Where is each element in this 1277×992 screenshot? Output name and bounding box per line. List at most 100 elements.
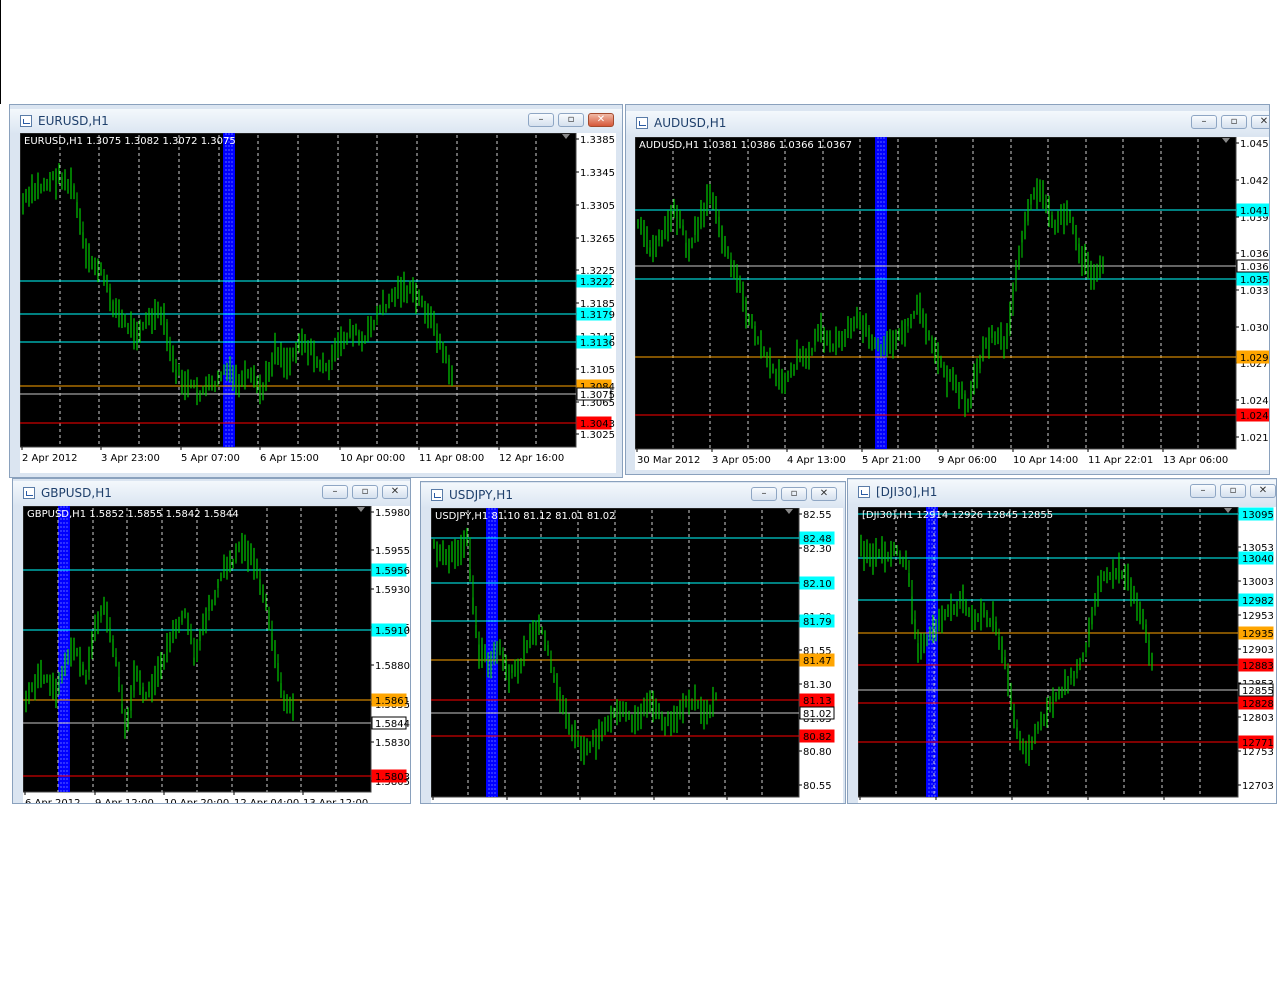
chart-icon: [858, 486, 870, 498]
date-tick-label: 30 Mar 2012: [637, 455, 700, 466]
price-badge-label: 12935: [1242, 629, 1274, 640]
chart-window-usdjpy[interactable]: USDJPY,H1 – ▫ ✕ USDJPY,H1 81.10 81.12 81…: [420, 481, 846, 804]
price-badge-label: 12982: [1242, 596, 1274, 607]
date-tick-label: 11 Apr 22:01: [1088, 455, 1153, 466]
price-badge-label: 12771: [1242, 738, 1274, 749]
close-button[interactable]: ✕: [1250, 484, 1276, 498]
price-tick-label: 1.030: [1240, 323, 1269, 334]
price-tick-label: 82.30: [803, 544, 832, 555]
price-badge-label: 1.035: [1240, 275, 1269, 286]
price-tick-label: 80.80: [803, 747, 832, 758]
price-badge-label: 13095: [1242, 510, 1274, 521]
price-badge-label: 80.82: [803, 732, 832, 743]
date-tick-label: 12 Apr 16:00: [499, 453, 564, 464]
date-tick-label: 6 Apr 15:00: [260, 453, 319, 464]
maximize-button[interactable]: ▫: [352, 485, 378, 499]
price-tick-label: 81.30: [803, 680, 832, 691]
price-badge-label: 82.48: [803, 534, 832, 545]
price-tick-label: 1.3385: [580, 135, 615, 146]
chart-canvas: EURUSD,H1 1.3075 1.3082 1.3072 1.3075 1.3…: [20, 133, 616, 473]
price-tick-label: 1.3105: [580, 365, 615, 376]
close-button[interactable]: ✕: [811, 487, 837, 501]
price-tick-label: 1.5980: [375, 508, 410, 519]
price-badge-label: 12828: [1242, 699, 1274, 710]
price-badge-label: 1.5956: [375, 566, 410, 577]
close-button[interactable]: ✕: [588, 113, 614, 127]
price-tick-label: 1.5955: [375, 546, 410, 557]
maximize-button[interactable]: ▫: [1220, 484, 1246, 498]
close-button[interactable]: ✕: [382, 485, 408, 499]
title-bar[interactable]: AUDUSD,H1 – ▫ ✕: [626, 111, 1269, 135]
price-tick-label: 12803: [1242, 713, 1274, 724]
price-tick-label: 80.55: [803, 781, 832, 792]
minimize-button[interactable]: –: [751, 487, 777, 501]
price-badge-label: 1.3075: [580, 390, 615, 401]
price-tick-label: 1.5830: [375, 738, 410, 749]
price-badge-label: 1.041: [1240, 206, 1269, 217]
price-badge-label: 1.5861: [375, 696, 410, 707]
price-tick-label: 1.021: [1240, 433, 1269, 444]
price-tick-label: 12953: [1242, 611, 1274, 622]
price-badge-label: 81.47: [803, 656, 832, 667]
chart-info-label: EURUSD,H1 1.3075 1.3082 1.3072 1.3075: [24, 136, 236, 147]
price-badge-label: 1.036: [1240, 262, 1269, 273]
price-tick-label: 12703: [1242, 781, 1274, 792]
minimize-button[interactable]: –: [1191, 115, 1217, 129]
chart-gbpusd[interactable]: GBPUSD,H1 1.5852 1.5855 1.5842 1.5844 1.5…: [23, 506, 410, 803]
price-tick-label: 1.033: [1240, 286, 1269, 297]
price-tick-label: 1.3345: [580, 168, 615, 179]
page-background: [0, 804, 1277, 992]
price-tick-label: 1.3265: [580, 234, 615, 245]
maximize-button[interactable]: ▫: [558, 113, 584, 127]
title-bar[interactable]: [DJI30],H1 – ▫ ✕: [848, 480, 1276, 504]
title-bar[interactable]: EURUSD,H1 – ▫ ✕: [10, 109, 622, 133]
price-badge-label: 1.5910: [375, 626, 410, 637]
title-bar[interactable]: USDJPY,H1 – ▫ ✕: [421, 483, 845, 507]
maximize-button[interactable]: ▫: [781, 487, 807, 501]
chart-window-dji30[interactable]: [DJI30],H1 – ▫ ✕ [DJI30],H1 12914 12926 …: [847, 478, 1277, 804]
price-badge-label: 1.029: [1240, 353, 1269, 364]
chart-usdjpy[interactable]: USDJPY,H1 81.10 81.12 81.01 81.02 82.55 82…: [431, 508, 843, 803]
chart-window-audusd[interactable]: AUDUSD,H1 – ▫ ✕ AUDUSD,H1 1.0381 1.0386 …: [625, 104, 1270, 475]
date-tick-label: 5 Apr 21:00: [862, 455, 921, 466]
window-title: GBPUSD,H1: [41, 486, 112, 500]
price-badge-label: 1.3222: [580, 277, 615, 288]
plot-area: [858, 507, 1239, 798]
window-title: [DJI30],H1: [876, 485, 938, 499]
chart-icon: [23, 487, 35, 499]
price-tick-label: 12903: [1242, 645, 1274, 656]
chart-canvas: AUDUSD,H1 1.0381 1.0386 1.0366 1.0367 1.0…: [635, 137, 1269, 470]
date-tick-label: 5 Apr 07:00: [181, 453, 240, 464]
date-tick-label: 11 Apr 08:00: [419, 453, 484, 464]
minimize-button[interactable]: –: [528, 113, 554, 127]
maximize-button[interactable]: ▫: [1221, 115, 1247, 129]
minimize-button[interactable]: –: [322, 485, 348, 499]
chart-audusd[interactable]: AUDUSD,H1 1.0381 1.0386 1.0366 1.0367 1.0…: [635, 137, 1269, 470]
price-badge-label: 12883: [1242, 661, 1274, 672]
price-badge-label: 81.02: [803, 709, 832, 720]
chart-window-gbpusd[interactable]: GBPUSD,H1 – ▫ ✕ GBPUSD,H1 1.5852 1.5855 …: [12, 478, 411, 804]
price-tick-label: 1.5880: [375, 661, 410, 672]
minimize-button[interactable]: –: [1190, 484, 1216, 498]
chart-icon: [431, 489, 443, 501]
chart-canvas: [DJI30],H1 12914 12926 12845 12855131031…: [858, 507, 1276, 803]
chart-dji30[interactable]: [DJI30],H1 12914 12926 12845 12855131031…: [858, 507, 1276, 803]
close-button[interactable]: ✕: [1251, 115, 1269, 129]
date-tick-label: 13 Apr 06:00: [1163, 455, 1228, 466]
title-bar[interactable]: GBPUSD,H1 – ▫ ✕: [13, 481, 410, 505]
chart-eurusd[interactable]: EURUSD,H1 1.3075 1.3082 1.3072 1.3075 1.3…: [20, 133, 616, 473]
chart-canvas: USDJPY,H1 81.10 81.12 81.01 81.02 82.55 82…: [431, 508, 843, 803]
price-badge-label: 1.3043: [580, 419, 615, 430]
chart-window-eurusd[interactable]: EURUSD,H1 – ▫ ✕ EURUSD,H1 1.3075 1.3082 …: [9, 104, 623, 478]
price-tick-label: 13003: [1242, 577, 1274, 588]
price-tick-label: 1.045: [1240, 139, 1269, 150]
price-tick-label: 1.024: [1240, 396, 1269, 407]
window-title: AUDUSD,H1: [654, 116, 727, 130]
chart-info-label: [DJI30],H1 12914 12926 12845 12855: [862, 510, 1053, 521]
price-badge-label: 13040: [1242, 554, 1274, 565]
chart-icon: [636, 117, 648, 129]
date-tick-label: 2 Apr 2012: [22, 453, 77, 464]
date-tick-label: 4 Apr 13:00: [787, 455, 846, 466]
price-tick-label: 1.042: [1240, 176, 1269, 187]
date-tick-label: 10 Apr 14:00: [1013, 455, 1078, 466]
